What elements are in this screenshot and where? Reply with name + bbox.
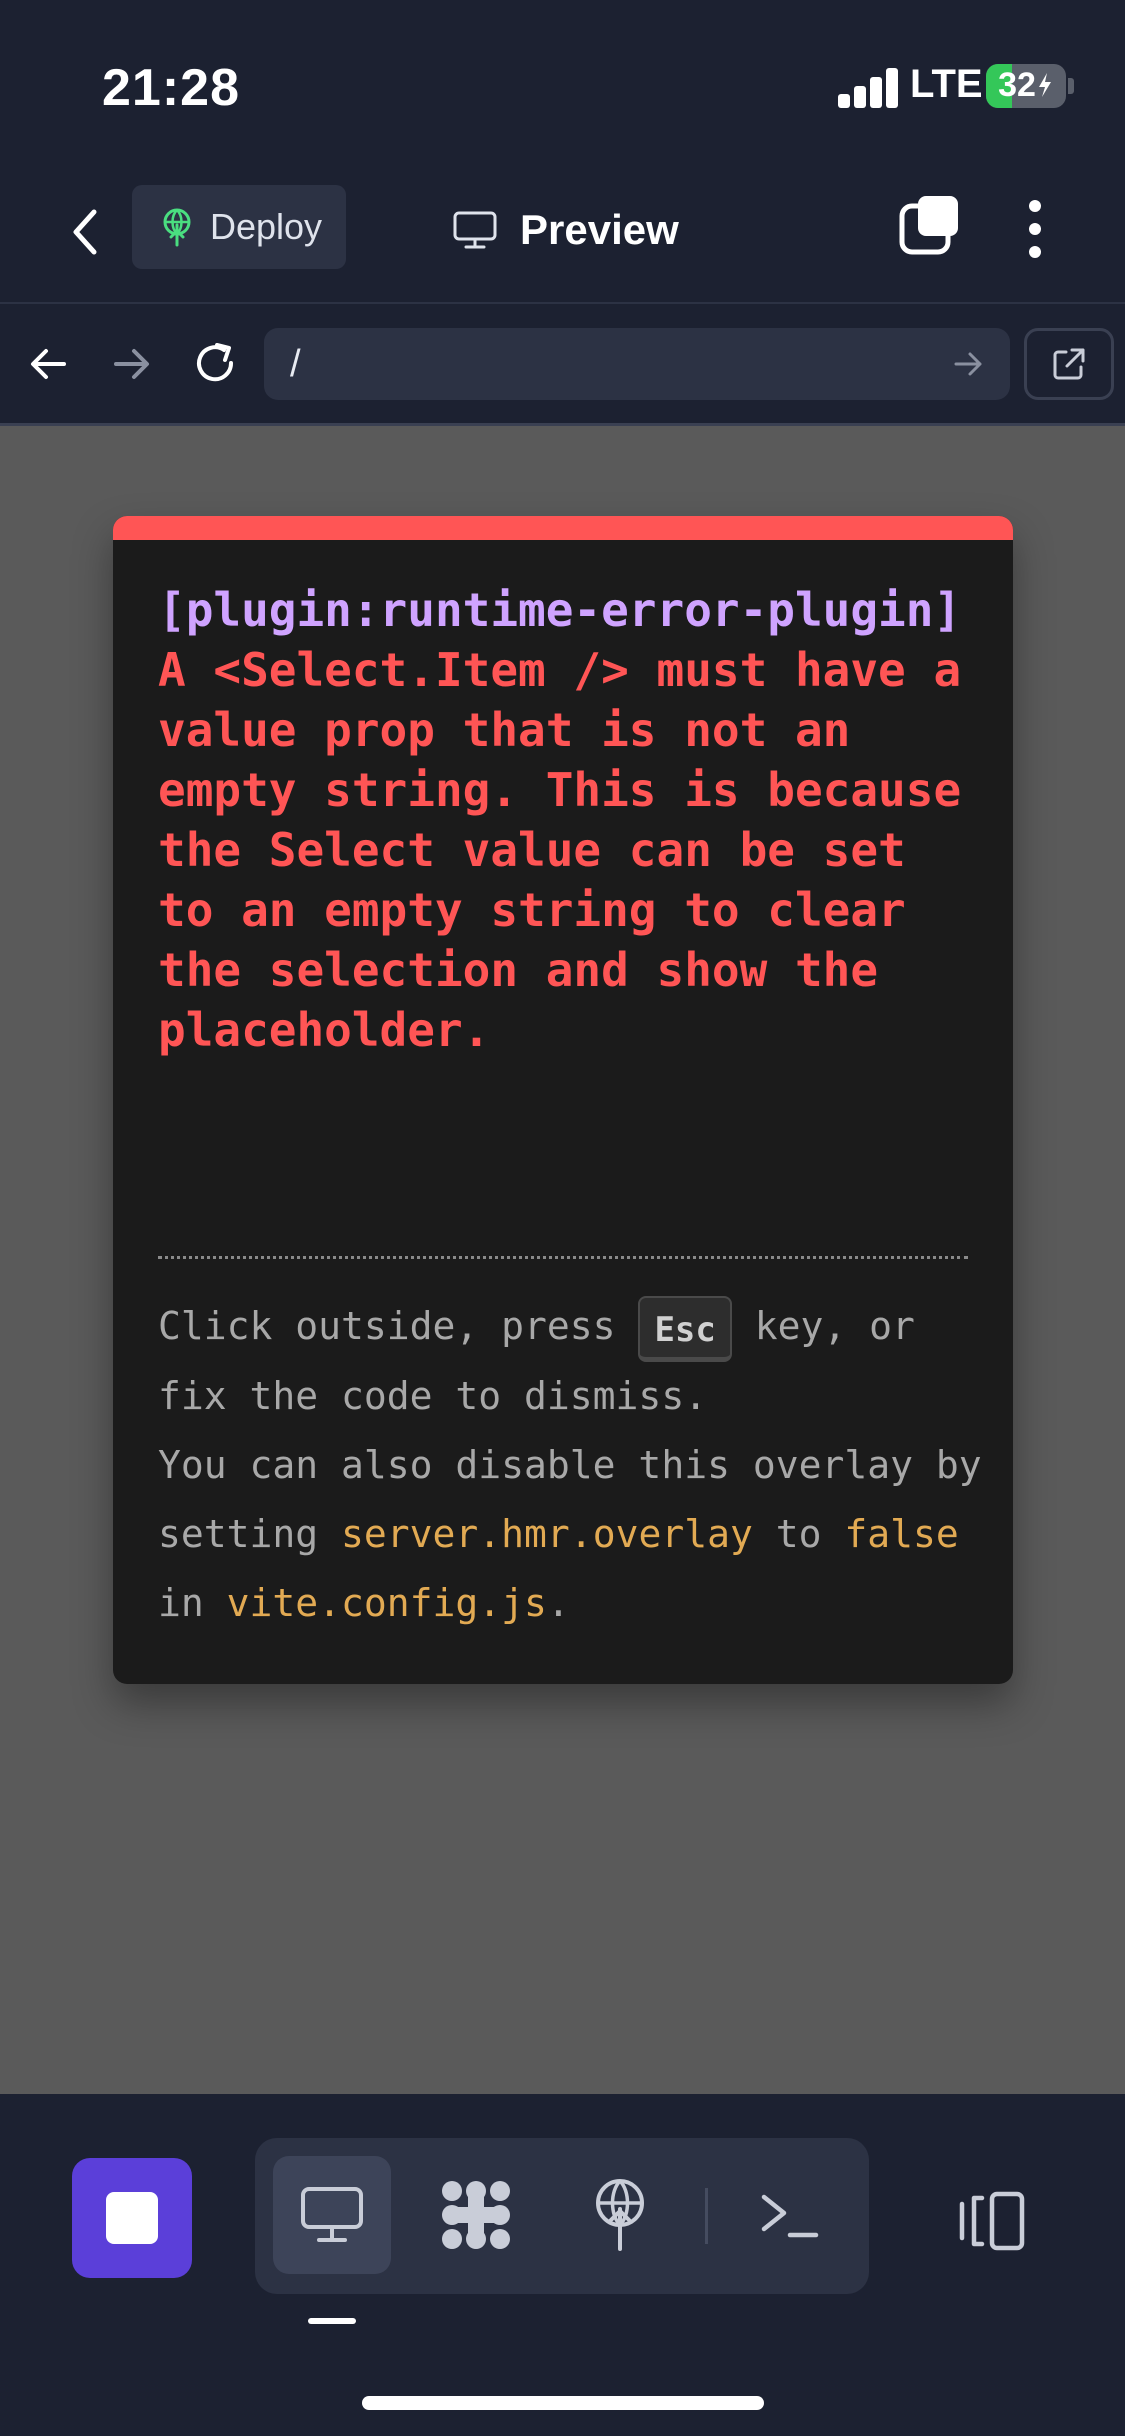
url-bar: / — [0, 306, 1125, 426]
tabs-button[interactable] — [898, 194, 962, 258]
tool-preview[interactable] — [273, 2156, 391, 2274]
deploy-globe-icon — [163, 208, 191, 247]
tool-deploy[interactable] — [561, 2156, 679, 2274]
arrow-right-icon — [114, 349, 149, 379]
status-bar: 21:28 LTE 32 — [0, 0, 1125, 170]
tool-terminal[interactable] — [731, 2156, 849, 2274]
back-button[interactable] — [58, 200, 112, 264]
nav-back-button[interactable] — [20, 336, 76, 392]
tool-agents[interactable] — [417, 2156, 535, 2274]
deploy-label: Deploy — [210, 206, 323, 247]
error-overlay[interactable]: [plugin:runtime-error-plugin] A <Select.… — [113, 516, 1013, 1684]
url-go-button[interactable] — [946, 342, 990, 386]
deploy-icon — [596, 2179, 644, 2251]
external-link-icon — [1053, 348, 1085, 380]
active-tool-indicator — [308, 2318, 356, 2324]
monitor-icon — [453, 211, 497, 249]
network-type: LTE — [910, 62, 983, 106]
deploy-button[interactable]: Deploy — [132, 185, 346, 269]
error-message: [plugin:runtime-error-plugin] A <Select.… — [158, 580, 988, 1060]
home-indicator — [362, 2396, 764, 2410]
stop-icon — [106, 2192, 158, 2244]
error-text: A <Select.Item /> must have a value prop… — [158, 643, 962, 1057]
arrow-right-icon — [954, 352, 982, 376]
stop-button[interactable] — [72, 2158, 192, 2278]
agents-icon — [442, 2181, 510, 2249]
error-accent-bar — [113, 516, 1013, 540]
config-option: server.hmr.overlay — [341, 1511, 753, 1556]
more-vertical-icon[interactable] — [1010, 194, 1060, 264]
config-value: false — [844, 1511, 959, 1556]
terminal-icon — [761, 2194, 819, 2238]
chevron-left-icon — [73, 209, 97, 255]
open-external-button[interactable] — [1024, 328, 1114, 400]
error-plugin: [plugin:runtime-error-plugin] — [158, 583, 962, 637]
reload-button[interactable] — [188, 336, 244, 392]
battery-icon: 32 — [986, 64, 1066, 108]
preview-content[interactable]: [plugin:runtime-error-plugin] A <Select.… — [0, 426, 1125, 2094]
divider — [158, 1256, 968, 1259]
esc-key: Esc — [638, 1295, 732, 1362]
panel-toggle-icon — [959, 2191, 1025, 2251]
tabs-icon — [899, 196, 958, 255]
bottom-bar — [0, 2094, 1125, 2436]
battery-cap — [1068, 78, 1074, 94]
url-input[interactable]: / — [264, 328, 1010, 400]
reload-icon — [197, 343, 234, 382]
tool-separator — [705, 2188, 708, 2244]
battery-level: 32 — [986, 66, 1066, 105]
signal-icon — [838, 66, 900, 108]
nav-forward-button[interactable] — [104, 336, 160, 392]
page-title: Preview — [520, 206, 679, 253]
dismiss-tip: Click outside, press Esc key, or fix the… — [158, 1292, 988, 1638]
arrow-left-icon — [31, 349, 66, 379]
status-time: 21:28 — [102, 59, 240, 117]
monitor-icon — [301, 2187, 363, 2242]
top-toolbar: Deploy Preview — [0, 170, 1125, 304]
url-text: / — [290, 342, 301, 385]
preview-title[interactable]: Preview — [452, 198, 679, 262]
config-file: vite.config.js — [226, 1580, 547, 1625]
tool-group — [255, 2138, 869, 2294]
panel-toggle-button[interactable] — [956, 2190, 1028, 2252]
